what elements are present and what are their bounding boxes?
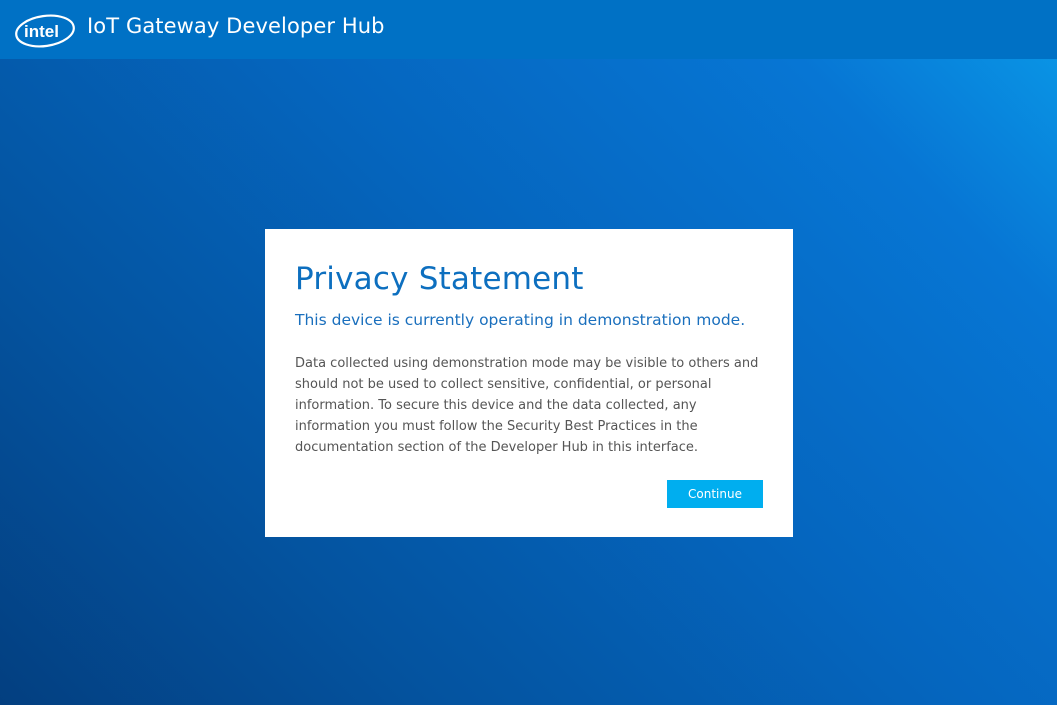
intel-logo-icon: intel [15,13,75,48]
privacy-dialog: Privacy Statement This device is current… [265,229,793,537]
page: intel IoT Gateway Developer Hub Privacy … [0,0,1057,705]
app-title: IoT Gateway Developer Hub [87,14,385,38]
app-header: intel IoT Gateway Developer Hub [0,0,1057,59]
continue-button[interactable]: Continue [667,480,763,508]
dialog-body-text: Data collected using demonstration mode … [295,356,759,455]
svg-text:intel: intel [24,22,59,41]
dialog-subtitle: This device is currently operating in de… [295,311,746,329]
dialog-title: Privacy Statement [295,261,584,297]
